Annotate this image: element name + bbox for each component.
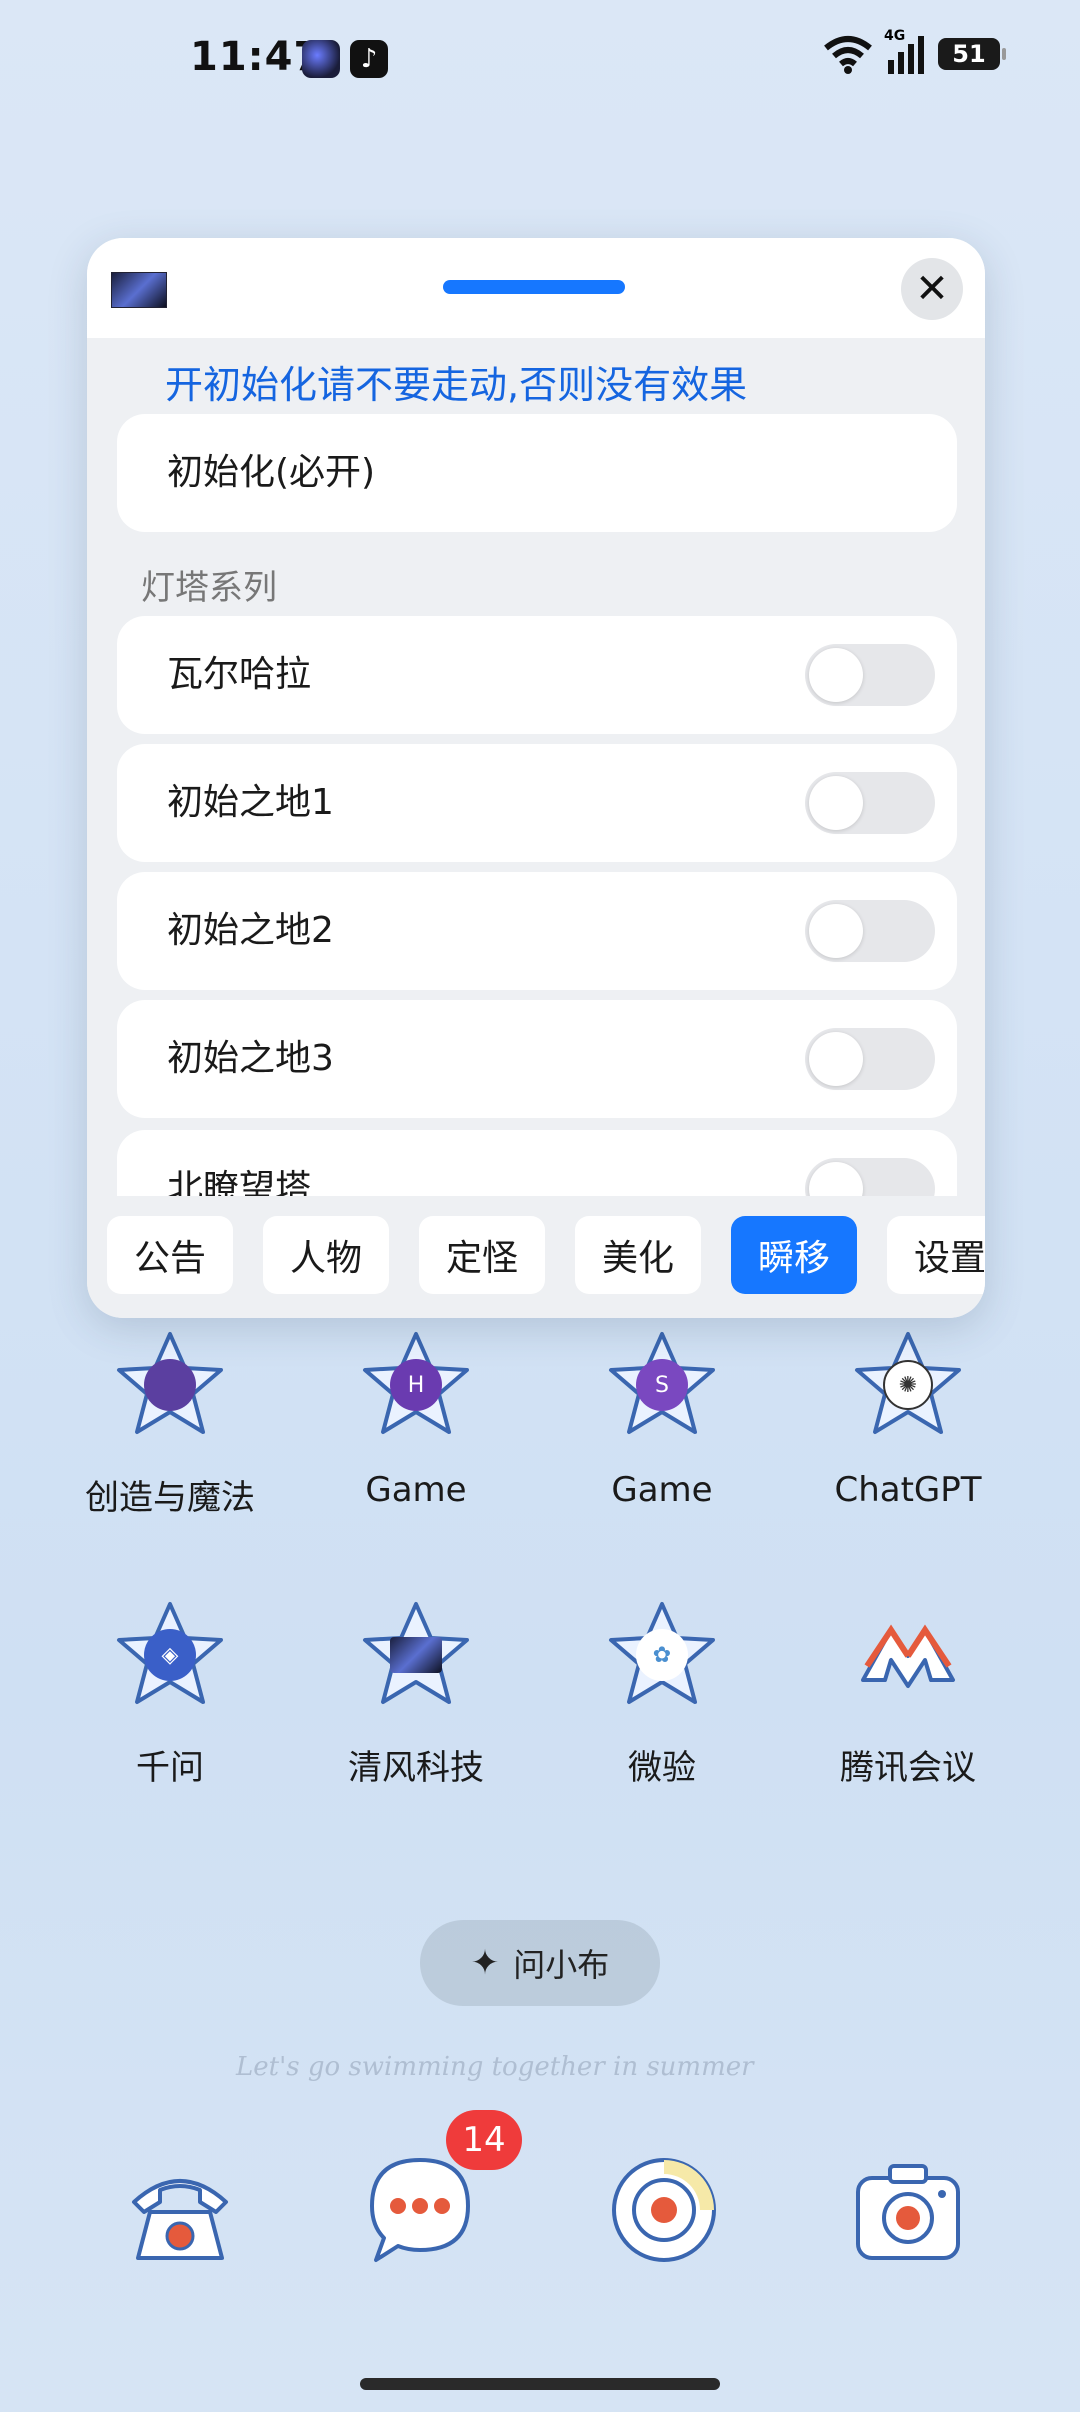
network-type: 4G [884,28,906,44]
home-indicator[interactable] [360,2378,720,2390]
toggle-label: 北瞭望塔 [167,1168,312,1196]
app-chatgpt[interactable]: ✺ ChatGPT [808,1330,1008,1510]
toggle-label: 瓦尔哈拉 [167,654,312,695]
app-label: 清风科技 [348,1748,484,1788]
app-qingfeng[interactable]: 清风科技 [316,1600,516,1789]
toggle-row[interactable]: 初始之地3 [117,1000,957,1118]
app-label: Game [365,1470,467,1510]
weiyan-icon: ✿ [636,1629,688,1681]
section-title: 灯塔系列 [141,568,277,608]
toggle-label: 初始之地1 [167,782,334,823]
tab-teleport[interactable]: 瞬移 [731,1216,857,1294]
close-button[interactable]: ✕ [901,258,963,320]
toggle-switch[interactable] [805,900,935,962]
init-button[interactable]: 初始化(必开) [117,414,957,532]
messages-icon[interactable] [360,2150,480,2270]
toggle-switch[interactable] [805,1158,935,1196]
tab-beautify[interactable]: 美化 [575,1216,701,1294]
toggle-row[interactable]: 初始之地2 [117,872,957,990]
phone-icon[interactable] [120,2150,240,2270]
tab-bar: 公告 人物 定怪 美化 瞬移 设置 [87,1196,985,1318]
app-label: 微验 [628,1748,696,1788]
app-creation-magic[interactable]: 创造与魔法 [70,1330,270,1519]
drag-handle[interactable] [443,280,625,294]
app-game-1[interactable]: H Game [316,1330,516,1510]
app-weiyan[interactable]: ✿ 微验 [562,1600,762,1789]
dock [0,2150,1080,2290]
messages-badge: 14 [446,2110,522,2170]
chatgpt-icon: ✺ [883,1360,933,1410]
status-bar: 11:47 ♪ 4G 51 [0,0,1080,120]
app-tencent-meeting[interactable]: 腾讯会议 [808,1600,1008,1789]
battery-icon: 51 [938,38,1006,70]
browser-icon[interactable] [604,2150,724,2270]
assistant-label: 问小布 [513,1946,610,1984]
notification-app-icon [302,40,340,78]
qingfeng-icon [390,1637,442,1673]
app-game-2[interactable]: S Game [562,1330,762,1510]
tab-settings[interactable]: 设置 [887,1216,985,1294]
tencent-meeting-icon [861,1624,955,1688]
app-label: 千问 [136,1748,204,1788]
sparkle-icon: ✦ [470,1943,500,1983]
app-label: Game [611,1470,713,1510]
camera-icon[interactable] [848,2150,968,2270]
app-qianwen[interactable]: ◈ 千问 [70,1600,270,1789]
notice-text: 开初始化请不要走动,否则没有效果 [165,363,748,407]
toggle-row[interactable]: 瓦尔哈拉 [117,616,957,734]
toggle-label: 初始之地3 [167,1038,334,1079]
tab-freeze-monster[interactable]: 定怪 [419,1216,545,1294]
game-icon: S [636,1359,688,1411]
panel-logo-thumbnail [111,272,167,308]
tab-character[interactable]: 人物 [263,1216,389,1294]
tiktok-icon: ♪ [350,40,388,78]
app-label: 创造与魔法 [85,1478,255,1518]
assistant-pill[interactable]: ✦ 问小布 [420,1920,660,2006]
tab-announcement[interactable]: 公告 [107,1216,233,1294]
game-icon: H [390,1359,442,1411]
panel-content[interactable]: 开初始化请不要走动,否则没有效果 初始化(必开) 灯塔系列 瓦尔哈拉 初始之地1… [87,338,985,1196]
toggle-row[interactable]: 北瞭望塔 [117,1130,957,1196]
qianwen-icon: ◈ [144,1629,196,1681]
toggle-row[interactable]: 初始之地1 [117,744,957,862]
floating-menu-panel: ✕ 开初始化请不要走动,否则没有效果 初始化(必开) 灯塔系列 瓦尔哈拉 初始之… [87,238,985,1318]
wifi-icon [824,36,872,74]
panel-header: ✕ [87,238,985,338]
game-icon [144,1359,196,1411]
cellular-signal-icon: 4G [884,28,924,74]
toggle-switch[interactable] [805,644,935,706]
close-icon: ✕ [915,266,949,312]
wallpaper-slogan: Let's go swimming together in summer [236,2052,754,2082]
toggle-switch[interactable] [805,1028,935,1090]
app-label: 腾讯会议 [840,1748,976,1788]
app-label: ChatGPT [834,1470,982,1510]
init-label: 初始化(必开) [167,452,376,493]
toggle-label: 初始之地2 [167,910,334,951]
toggle-switch[interactable] [805,772,935,834]
